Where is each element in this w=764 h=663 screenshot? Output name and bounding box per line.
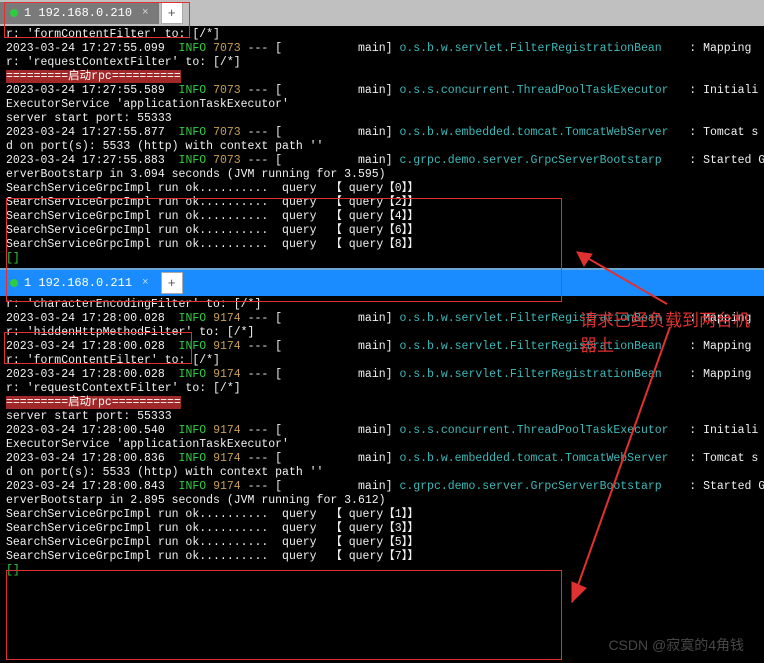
status-dot-icon bbox=[10, 279, 18, 287]
new-tab-button[interactable]: + bbox=[161, 2, 183, 24]
tab-server-1[interactable]: 1 192.168.0.210 × bbox=[0, 2, 159, 24]
tab-bar-top: 1 192.168.0.210 × + bbox=[0, 0, 764, 26]
tab-label: 1 192.168.0.210 bbox=[24, 6, 132, 20]
annotation-text: 请求已经负载到两台机器上 bbox=[580, 306, 764, 356]
highlight-box bbox=[6, 570, 562, 660]
arrow-icon bbox=[560, 322, 690, 612]
terminal-output-top[interactable]: r: 'formContentFilter' to: [/*] 2023-03-… bbox=[0, 26, 764, 268]
arrow-icon bbox=[562, 244, 682, 314]
close-icon[interactable]: × bbox=[142, 7, 149, 19]
tab-label: 1 192.168.0.211 bbox=[24, 276, 132, 290]
status-dot-icon bbox=[10, 9, 18, 17]
tab-server-2[interactable]: 1 192.168.0.211 × bbox=[0, 272, 159, 294]
close-icon[interactable]: × bbox=[142, 277, 149, 289]
watermark: CSDN @寂寞的4角钱 bbox=[608, 635, 744, 655]
new-tab-button[interactable]: + bbox=[161, 272, 183, 294]
